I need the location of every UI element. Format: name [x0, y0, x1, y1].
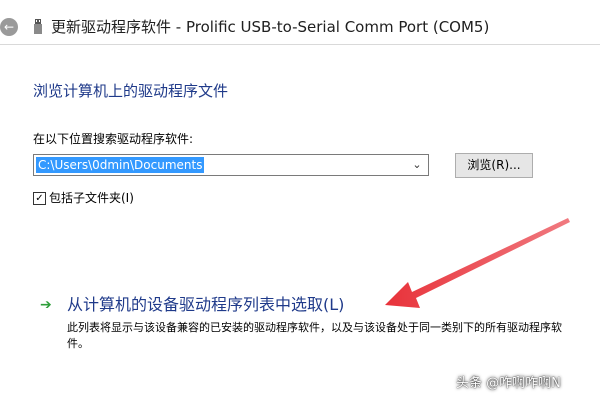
search-location-label: 在以下位置搜索驱动程序软件: — [33, 132, 194, 146]
pick-from-list-title[interactable]: 从计算机的设备驱动程序列表中选取(L) — [67, 294, 344, 316]
path-combobox[interactable]: C:\Users\0dmin\Documents ⌄ — [33, 154, 429, 176]
include-subfolders-label[interactable]: 包括子文件夹(I) — [49, 190, 134, 206]
browse-button[interactable]: 浏览(R)... — [455, 153, 533, 178]
page-heading: 浏览计算机上的驱动程序文件 — [33, 82, 229, 100]
chevron-down-icon[interactable]: ⌄ — [410, 158, 424, 172]
path-input-value[interactable]: C:\Users\0dmin\Documents — [36, 157, 205, 173]
include-subfolders-checkbox[interactable]: ✓ — [33, 192, 46, 205]
window-title: 更新驱动程序软件 - Prolific USB-to-Serial Comm P… — [51, 18, 490, 36]
usb-device-icon — [34, 19, 42, 34]
pick-from-list-description: 此列表将显示与该设备兼容的已安装的驱动程序软件，以及与该设备处于同一类别下的所有… — [67, 321, 562, 350]
window-title-bar: ← 更新驱动程序软件 - Prolific USB-to-Serial Comm… — [0, 0, 600, 45]
watermark-text: 头条 @咋啊咋啊N — [456, 376, 561, 391]
back-arrow-icon[interactable]: ← — [0, 18, 18, 36]
green-arrow-icon: ➔ — [40, 297, 52, 313]
